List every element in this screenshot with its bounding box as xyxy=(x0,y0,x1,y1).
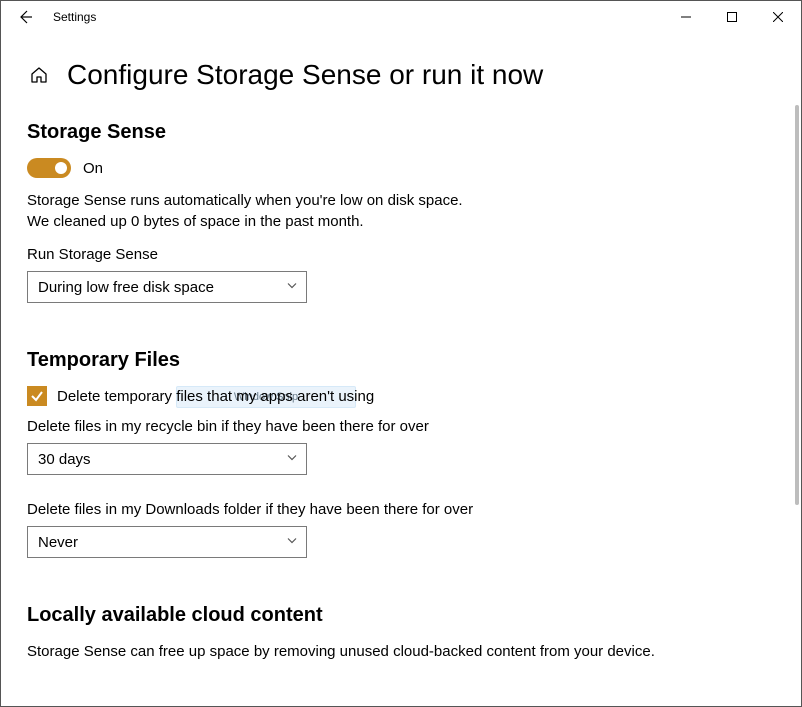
desc-line-2: We cleaned up 0 bytes of space in the pa… xyxy=(27,213,364,230)
title-bar: Settings xyxy=(1,1,801,33)
window-controls xyxy=(663,1,801,33)
storage-sense-description: Storage Sense runs automatically when yo… xyxy=(27,190,775,232)
desc-line-1: Storage Sense runs automatically when yo… xyxy=(27,192,463,209)
storage-sense-heading: Storage Sense xyxy=(27,121,775,144)
cloud-content-heading: Locally available cloud content xyxy=(27,604,775,627)
window-title: Settings xyxy=(41,10,96,24)
downloads-value: Never xyxy=(38,534,78,551)
run-storage-sense-label: Run Storage Sense xyxy=(27,246,775,263)
toggle-knob xyxy=(55,162,67,174)
chevron-down-icon xyxy=(286,279,298,296)
recycle-bin-label: Delete files in my recycle bin if they h… xyxy=(27,418,775,435)
recycle-bin-value: 30 days xyxy=(38,451,91,468)
page-header: Configure Storage Sense or run it now xyxy=(27,59,775,91)
minimize-button[interactable] xyxy=(663,1,709,33)
home-icon xyxy=(29,65,49,85)
page-title: Configure Storage Sense or run it now xyxy=(67,59,543,91)
back-button[interactable] xyxy=(9,1,41,33)
cloud-content-description: Storage Sense can free up space by remov… xyxy=(27,641,775,662)
storage-sense-toggle-row: On xyxy=(27,158,775,178)
downloads-label: Delete files in my Downloads folder if t… xyxy=(27,501,775,518)
vertical-scrollbar[interactable] xyxy=(789,35,799,704)
delete-temp-files-label: Delete temporary files that my apps aren… xyxy=(57,388,374,405)
storage-sense-toggle[interactable] xyxy=(27,158,71,178)
scrollbar-thumb[interactable] xyxy=(795,105,799,505)
close-button[interactable] xyxy=(755,1,801,33)
temporary-files-heading: Temporary Files xyxy=(27,349,775,372)
maximize-icon xyxy=(727,12,737,22)
maximize-button[interactable] xyxy=(709,1,755,33)
checkmark-icon xyxy=(30,389,44,403)
close-icon xyxy=(773,12,783,22)
content-area: Configure Storage Sense or run it now St… xyxy=(1,33,801,703)
minimize-icon xyxy=(681,12,691,22)
arrow-left-icon xyxy=(17,9,33,25)
storage-sense-toggle-label: On xyxy=(83,160,103,177)
downloads-dropdown[interactable]: Never xyxy=(27,526,307,558)
chevron-down-icon xyxy=(286,534,298,551)
home-button[interactable] xyxy=(27,65,51,85)
chevron-down-icon xyxy=(286,451,298,468)
delete-temp-files-row: Delete temporary files that my apps aren… xyxy=(27,386,775,406)
run-storage-sense-value: During low free disk space xyxy=(38,279,214,296)
recycle-bin-dropdown[interactable]: 30 days xyxy=(27,443,307,475)
delete-temp-files-checkbox[interactable] xyxy=(27,386,47,406)
run-storage-sense-dropdown[interactable]: During low free disk space xyxy=(27,271,307,303)
